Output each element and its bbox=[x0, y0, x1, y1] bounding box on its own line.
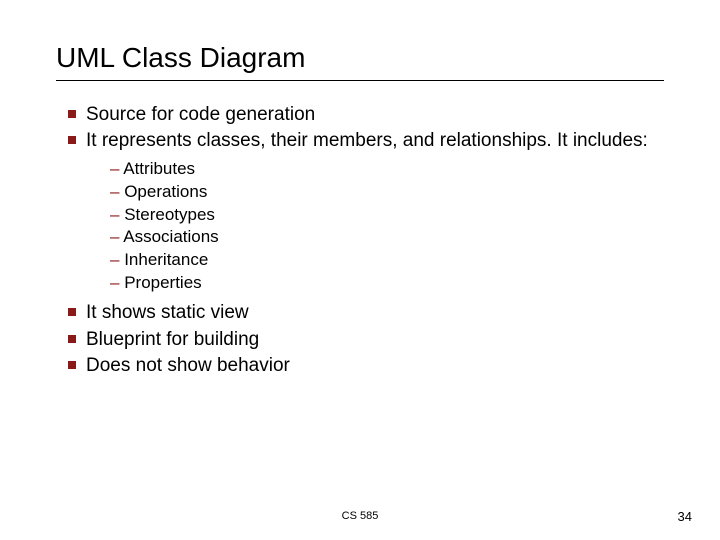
bullet-text: It shows static view bbox=[86, 302, 249, 323]
sub-item: Operations bbox=[110, 181, 664, 204]
sub-item: Stereotypes bbox=[110, 204, 664, 227]
bullet-text: Does not show behavior bbox=[86, 355, 290, 376]
list-item: Source for code generation bbox=[68, 103, 664, 127]
sub-item: Inheritance bbox=[110, 249, 664, 272]
slide-title: UML Class Diagram bbox=[56, 42, 664, 81]
bullet-list: Source for code generation It represents… bbox=[56, 103, 664, 378]
bullet-text: Source for code generation bbox=[86, 104, 315, 125]
bullet-text: Blueprint for building bbox=[86, 329, 259, 350]
bullet-text: It represents classes, their members, an… bbox=[86, 130, 648, 151]
sub-item: Properties bbox=[110, 272, 664, 295]
list-item: Blueprint for building bbox=[68, 328, 664, 352]
list-item: It shows static view bbox=[68, 301, 664, 325]
list-item: Does not show behavior bbox=[68, 354, 664, 378]
footer-course: CS 585 bbox=[0, 510, 720, 522]
sub-item: Attributes bbox=[110, 158, 664, 181]
list-item: It represents classes, their members, an… bbox=[68, 129, 664, 295]
sub-list: Attributes Operations Stereotypes Associ… bbox=[86, 158, 664, 296]
sub-item: Associations bbox=[110, 226, 664, 249]
page-number: 34 bbox=[678, 509, 692, 524]
